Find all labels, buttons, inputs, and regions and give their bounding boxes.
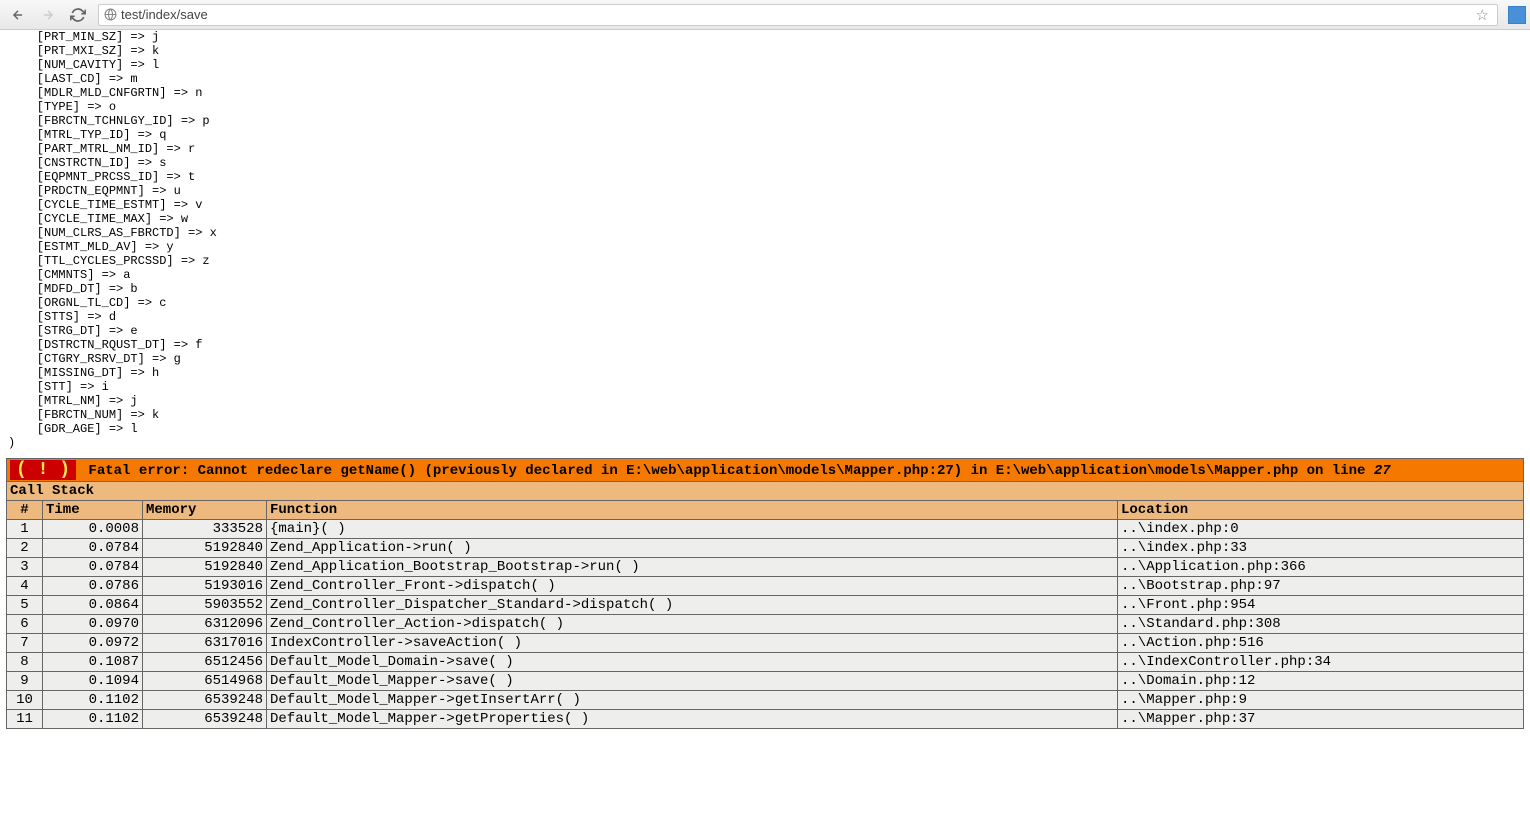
reload-icon <box>70 7 86 23</box>
stack-num: 5 <box>7 596 43 615</box>
stack-location: ..\Standard.php:308 <box>1118 615 1524 634</box>
stack-function: IndexController->saveAction( ) <box>267 634 1118 653</box>
col-location: Location <box>1118 501 1524 520</box>
xdebug-error-block: ( ! ) Fatal error: Cannot redeclare getN… <box>6 458 1524 729</box>
stack-memory: 6312096 <box>143 615 267 634</box>
stack-memory: 6539248 <box>143 710 267 729</box>
stack-memory: 5193016 <box>143 577 267 596</box>
address-bar[interactable]: test/index/save ☆ <box>98 4 1498 26</box>
stack-row: 40.07865193016Zend_Controller_Front->dis… <box>7 577 1524 596</box>
stack-num: 3 <box>7 558 43 577</box>
stack-function: Default_Model_Domain->save( ) <box>267 653 1118 672</box>
error-header: ( ! ) Fatal error: Cannot redeclare getN… <box>7 459 1524 482</box>
error-line: 27 <box>1374 463 1391 479</box>
stack-num: 9 <box>7 672 43 691</box>
stack-time: 0.0784 <box>43 539 143 558</box>
stack-time: 0.0864 <box>43 596 143 615</box>
stack-location: ..\IndexController.php:34 <box>1118 653 1524 672</box>
stack-location: ..\Action.php:516 <box>1118 634 1524 653</box>
error-bang-icon: ( ! ) <box>10 460 76 480</box>
stack-function: Zend_Application->run( ) <box>267 539 1118 558</box>
stack-num: 2 <box>7 539 43 558</box>
stack-time: 0.1087 <box>43 653 143 672</box>
stack-row: 20.07845192840Zend_Application->run( )..… <box>7 539 1524 558</box>
stack-location: ..\index.php:33 <box>1118 539 1524 558</box>
stack-time: 0.1102 <box>43 710 143 729</box>
stack-function: Default_Model_Mapper->getInsertArr( ) <box>267 691 1118 710</box>
stack-row: 110.11026539248Default_Model_Mapper->get… <box>7 710 1524 729</box>
extension-icon[interactable] <box>1508 6 1526 24</box>
stack-function: Default_Model_Mapper->getProperties( ) <box>267 710 1118 729</box>
stack-memory: 6514968 <box>143 672 267 691</box>
stack-num: 8 <box>7 653 43 672</box>
stack-time: 0.0786 <box>43 577 143 596</box>
col-num: # <box>7 501 43 520</box>
arrow-left-icon <box>11 8 25 22</box>
stack-time: 0.1094 <box>43 672 143 691</box>
arrow-right-icon <box>41 8 55 22</box>
stack-location: ..\Bootstrap.php:97 <box>1118 577 1524 596</box>
stack-row: 80.10876512456Default_Model_Domain->save… <box>7 653 1524 672</box>
stack-memory: 5192840 <box>143 539 267 558</box>
bookmark-star-icon[interactable]: ☆ <box>1472 6 1493 24</box>
stack-num: 7 <box>7 634 43 653</box>
error-type: Fatal error: <box>88 463 189 479</box>
callstack-header-row: # Time Memory Function Location <box>7 501 1524 520</box>
stack-time: 0.0972 <box>43 634 143 653</box>
stack-memory: 333528 <box>143 520 267 539</box>
callstack-title: Call Stack <box>7 482 1524 501</box>
stack-row: 50.08645903552Zend_Controller_Dispatcher… <box>7 596 1524 615</box>
stack-function: Zend_Controller_Dispatcher_Standard->dis… <box>267 596 1118 615</box>
stack-memory: 6539248 <box>143 691 267 710</box>
stack-memory: 6512456 <box>143 653 267 672</box>
stack-row: 90.10946514968Default_Model_Mapper->save… <box>7 672 1524 691</box>
stack-num: 6 <box>7 615 43 634</box>
stack-location: ..\Front.php:954 <box>1118 596 1524 615</box>
reload-button[interactable] <box>64 3 92 27</box>
stack-row: 60.09706312096Zend_Controller_Action->di… <box>7 615 1524 634</box>
stack-function: {main}( ) <box>267 520 1118 539</box>
back-button[interactable] <box>4 3 32 27</box>
stack-row: 70.09726317016IndexController->saveActio… <box>7 634 1524 653</box>
stack-num: 10 <box>7 691 43 710</box>
url-text: test/index/save <box>121 7 1472 22</box>
stack-function: Zend_Controller_Action->dispatch( ) <box>267 615 1118 634</box>
error-message: Cannot redeclare getName() (previously d… <box>198 463 1366 479</box>
xdebug-error-table: ( ! ) Fatal error: Cannot redeclare getN… <box>6 458 1524 729</box>
stack-time: 0.0008 <box>43 520 143 539</box>
browser-toolbar: test/index/save ☆ <box>0 0 1530 30</box>
stack-row: 10.0008333528{main}( )..\index.php:0 <box>7 520 1524 539</box>
stack-num: 4 <box>7 577 43 596</box>
stack-row: 100.11026539248Default_Model_Mapper->get… <box>7 691 1524 710</box>
col-function: Function <box>267 501 1118 520</box>
stack-function: Default_Model_Mapper->save( ) <box>267 672 1118 691</box>
forward-button[interactable] <box>34 3 62 27</box>
stack-row: 30.07845192840Zend_Application_Bootstrap… <box>7 558 1524 577</box>
stack-location: ..\Domain.php:12 <box>1118 672 1524 691</box>
stack-function: Zend_Application_Bootstrap_Bootstrap->ru… <box>267 558 1118 577</box>
stack-location: ..\Mapper.php:37 <box>1118 710 1524 729</box>
stack-location: ..\Mapper.php:9 <box>1118 691 1524 710</box>
stack-memory: 5192840 <box>143 558 267 577</box>
stack-location: ..\index.php:0 <box>1118 520 1524 539</box>
stack-location: ..\Application.php:366 <box>1118 558 1524 577</box>
stack-time: 0.0970 <box>43 615 143 634</box>
stack-time: 0.0784 <box>43 558 143 577</box>
col-memory: Memory <box>143 501 267 520</box>
stack-num: 11 <box>7 710 43 729</box>
col-time: Time <box>43 501 143 520</box>
page-output: [PRT_MIN_SZ] => j [PRT_MXI_SZ] => k [NUM… <box>0 30 1530 450</box>
stack-memory: 6317016 <box>143 634 267 653</box>
stack-memory: 5903552 <box>143 596 267 615</box>
stack-function: Zend_Controller_Front->dispatch( ) <box>267 577 1118 596</box>
stack-time: 0.1102 <box>43 691 143 710</box>
globe-icon <box>103 8 117 22</box>
stack-num: 1 <box>7 520 43 539</box>
